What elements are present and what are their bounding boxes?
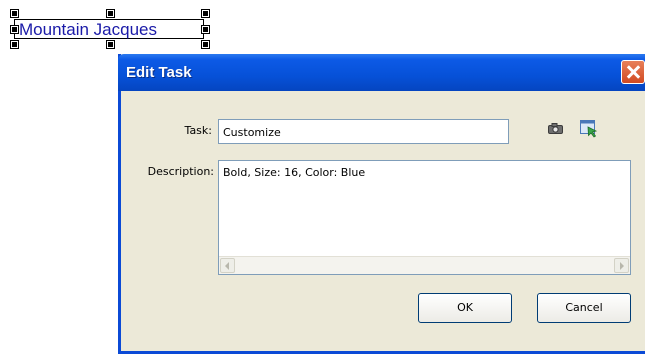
description-textarea[interactable]: Bold, Size: 16, Color: Blue (218, 160, 631, 275)
resize-handle-middle-right[interactable] (201, 25, 210, 34)
description-label: Description: (147, 165, 214, 178)
scroll-left-icon[interactable] (220, 258, 235, 273)
resize-handle-top-middle[interactable] (106, 9, 115, 18)
task-input[interactable]: Customize (218, 119, 509, 144)
cancel-button[interactable]: Cancel (537, 293, 631, 323)
dialog-title-bar[interactable]: Edit Task (118, 54, 645, 91)
selected-text-label: Mountain Jacques (19, 20, 157, 39)
camera-icon[interactable] (548, 123, 563, 134)
resize-handle-top-right[interactable] (201, 9, 210, 18)
resize-handle-top-left[interactable] (10, 9, 19, 18)
scroll-right-icon[interactable] (614, 258, 629, 273)
resize-handle-bottom-middle[interactable] (106, 40, 115, 49)
ok-button[interactable]: OK (418, 293, 512, 323)
selected-text-element[interactable]: Mountain Jacques (14, 19, 204, 39)
close-icon[interactable] (621, 60, 645, 84)
task-label: Task: (184, 124, 212, 137)
horizontal-scrollbar[interactable] (219, 256, 630, 274)
pick-element-icon[interactable] (580, 120, 598, 138)
resize-handle-bottom-right[interactable] (201, 40, 210, 49)
dialog-title: Edit Task (126, 64, 192, 81)
resize-handle-bottom-left[interactable] (10, 40, 19, 49)
resize-handle-middle-left[interactable] (10, 25, 19, 34)
description-text: Bold, Size: 16, Color: Blue (223, 166, 366, 179)
